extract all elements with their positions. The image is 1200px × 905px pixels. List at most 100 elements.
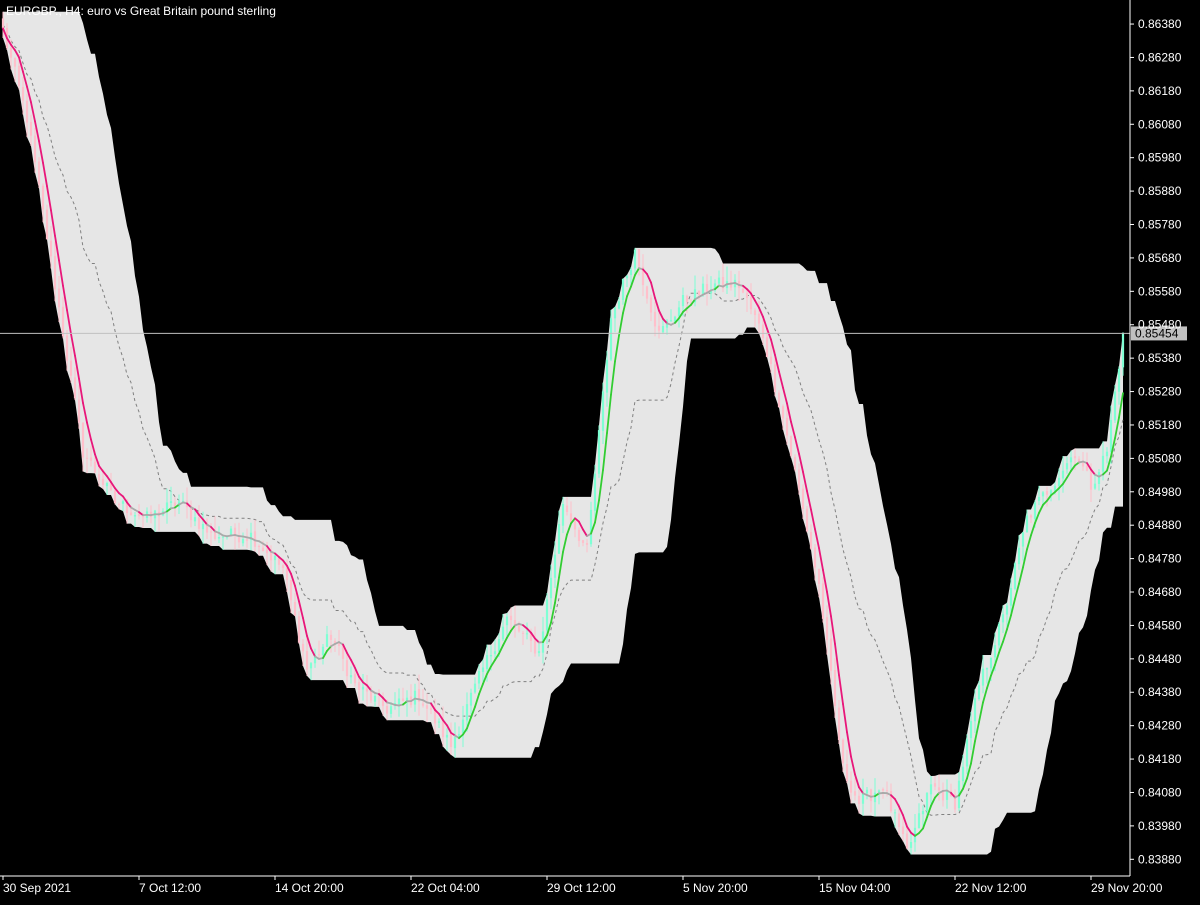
candle-body: [490, 655, 492, 656]
candle-body: [938, 787, 940, 790]
candle: [822, 577, 824, 622]
candle-body: [546, 599, 548, 630]
candle-body: [1030, 515, 1032, 517]
candle-body: [790, 436, 792, 456]
candle-body: [562, 504, 564, 526]
candle-body: [90, 457, 92, 460]
candle-body: [290, 580, 292, 600]
candle-body: [294, 602, 296, 616]
candle-body: [746, 293, 748, 298]
candle-body: [462, 720, 464, 734]
candle-body: [494, 651, 496, 654]
candle-body: [430, 708, 432, 710]
y-tick-label: 0.85380: [1138, 351, 1182, 365]
candle-body: [1034, 502, 1036, 518]
candle-body: [1066, 463, 1068, 469]
candle-body: [370, 691, 372, 701]
candle-body: [830, 639, 832, 671]
candle-body: [650, 297, 652, 312]
candle-body: [1102, 456, 1104, 472]
candle-body: [982, 669, 984, 686]
candle-body: [826, 617, 828, 640]
candle-body: [442, 721, 444, 737]
candle-body: [834, 670, 836, 706]
candle-body: [766, 337, 768, 357]
candle-body: [934, 783, 936, 787]
candle-body: [446, 735, 448, 738]
candle-body: [450, 734, 452, 748]
chart-title: EURGBP., H4: euro vs Great Britain pound…: [6, 4, 276, 18]
candle-body: [566, 506, 568, 513]
candle-body: [814, 547, 816, 567]
candle-body: [686, 296, 688, 302]
candle-body: [1098, 472, 1100, 484]
candle-body: [498, 639, 500, 652]
y-tick-label: 0.83980: [1138, 819, 1182, 833]
candle-body: [898, 813, 900, 827]
y-tick-label: 0.85280: [1138, 385, 1182, 399]
candle-body: [1074, 456, 1076, 458]
candle-body: [54, 256, 56, 289]
candle-body: [26, 101, 28, 123]
candle-body: [98, 474, 100, 480]
candle-body: [362, 687, 364, 690]
candle-body: [578, 530, 580, 541]
candle-body: [598, 430, 600, 474]
candle-body: [658, 326, 660, 331]
candle-body: [354, 674, 356, 684]
candle-body: [742, 289, 744, 293]
x-tick-label: 29 Oct 12:00: [547, 881, 616, 895]
candle-body: [870, 789, 872, 801]
candle-body: [610, 318, 612, 359]
candle-body: [866, 790, 868, 794]
candle-body: [770, 357, 772, 364]
candle-body: [534, 641, 536, 654]
candle-body: [554, 555, 556, 578]
candle-body: [590, 510, 592, 544]
candle-body: [22, 87, 24, 101]
candle-body: [210, 531, 212, 532]
y-tick-label: 0.85880: [1138, 184, 1182, 198]
candle-body: [1006, 606, 1008, 615]
candle-body: [986, 668, 988, 670]
y-tick-label: 0.84080: [1138, 785, 1182, 799]
candle-body: [698, 291, 700, 295]
y-tick-label: 0.85980: [1138, 151, 1182, 165]
candle-body: [1022, 532, 1024, 546]
candle-body: [930, 784, 932, 794]
y-tick-label: 0.85480: [1138, 318, 1182, 332]
candle: [806, 506, 808, 532]
candle-body: [838, 708, 840, 740]
candle-body: [918, 813, 920, 828]
x-tick-label: 15 Nov 04:00: [819, 881, 891, 895]
candle-body: [10, 48, 12, 58]
price-chart[interactable]: 0.85454 0.863800.862800.861800.860800.85…: [0, 0, 1200, 900]
candle-body: [882, 789, 884, 791]
candle-body: [122, 501, 124, 504]
y-tick-label: 0.85180: [1138, 418, 1182, 432]
candle-body: [1002, 614, 1004, 622]
candle-body: [990, 658, 992, 669]
candle-body: [518, 625, 520, 632]
candle-body: [946, 791, 948, 800]
candle-body: [14, 58, 16, 67]
y-tick-label: 0.84380: [1138, 685, 1182, 699]
candle-body: [794, 457, 796, 470]
candle-body: [246, 539, 248, 540]
candle-body: [482, 667, 484, 671]
candle-body: [654, 312, 656, 327]
candle-body: [646, 286, 648, 298]
candle-body: [134, 515, 136, 517]
candle-body: [630, 270, 632, 275]
candle-body: [638, 249, 640, 267]
y-tick-label: 0.84180: [1138, 752, 1182, 766]
x-tick-label: 7 Oct 12:00: [139, 881, 201, 895]
chart-canvas[interactable]: 0.85454 0.863800.862800.861800.860800.85…: [0, 0, 1200, 900]
candle-body: [438, 721, 440, 722]
candle-body: [886, 790, 888, 791]
candle-body: [170, 501, 172, 503]
candle-body: [198, 517, 200, 529]
candle-body: [782, 406, 784, 418]
candle: [46, 205, 48, 240]
candle-body: [1082, 463, 1084, 467]
